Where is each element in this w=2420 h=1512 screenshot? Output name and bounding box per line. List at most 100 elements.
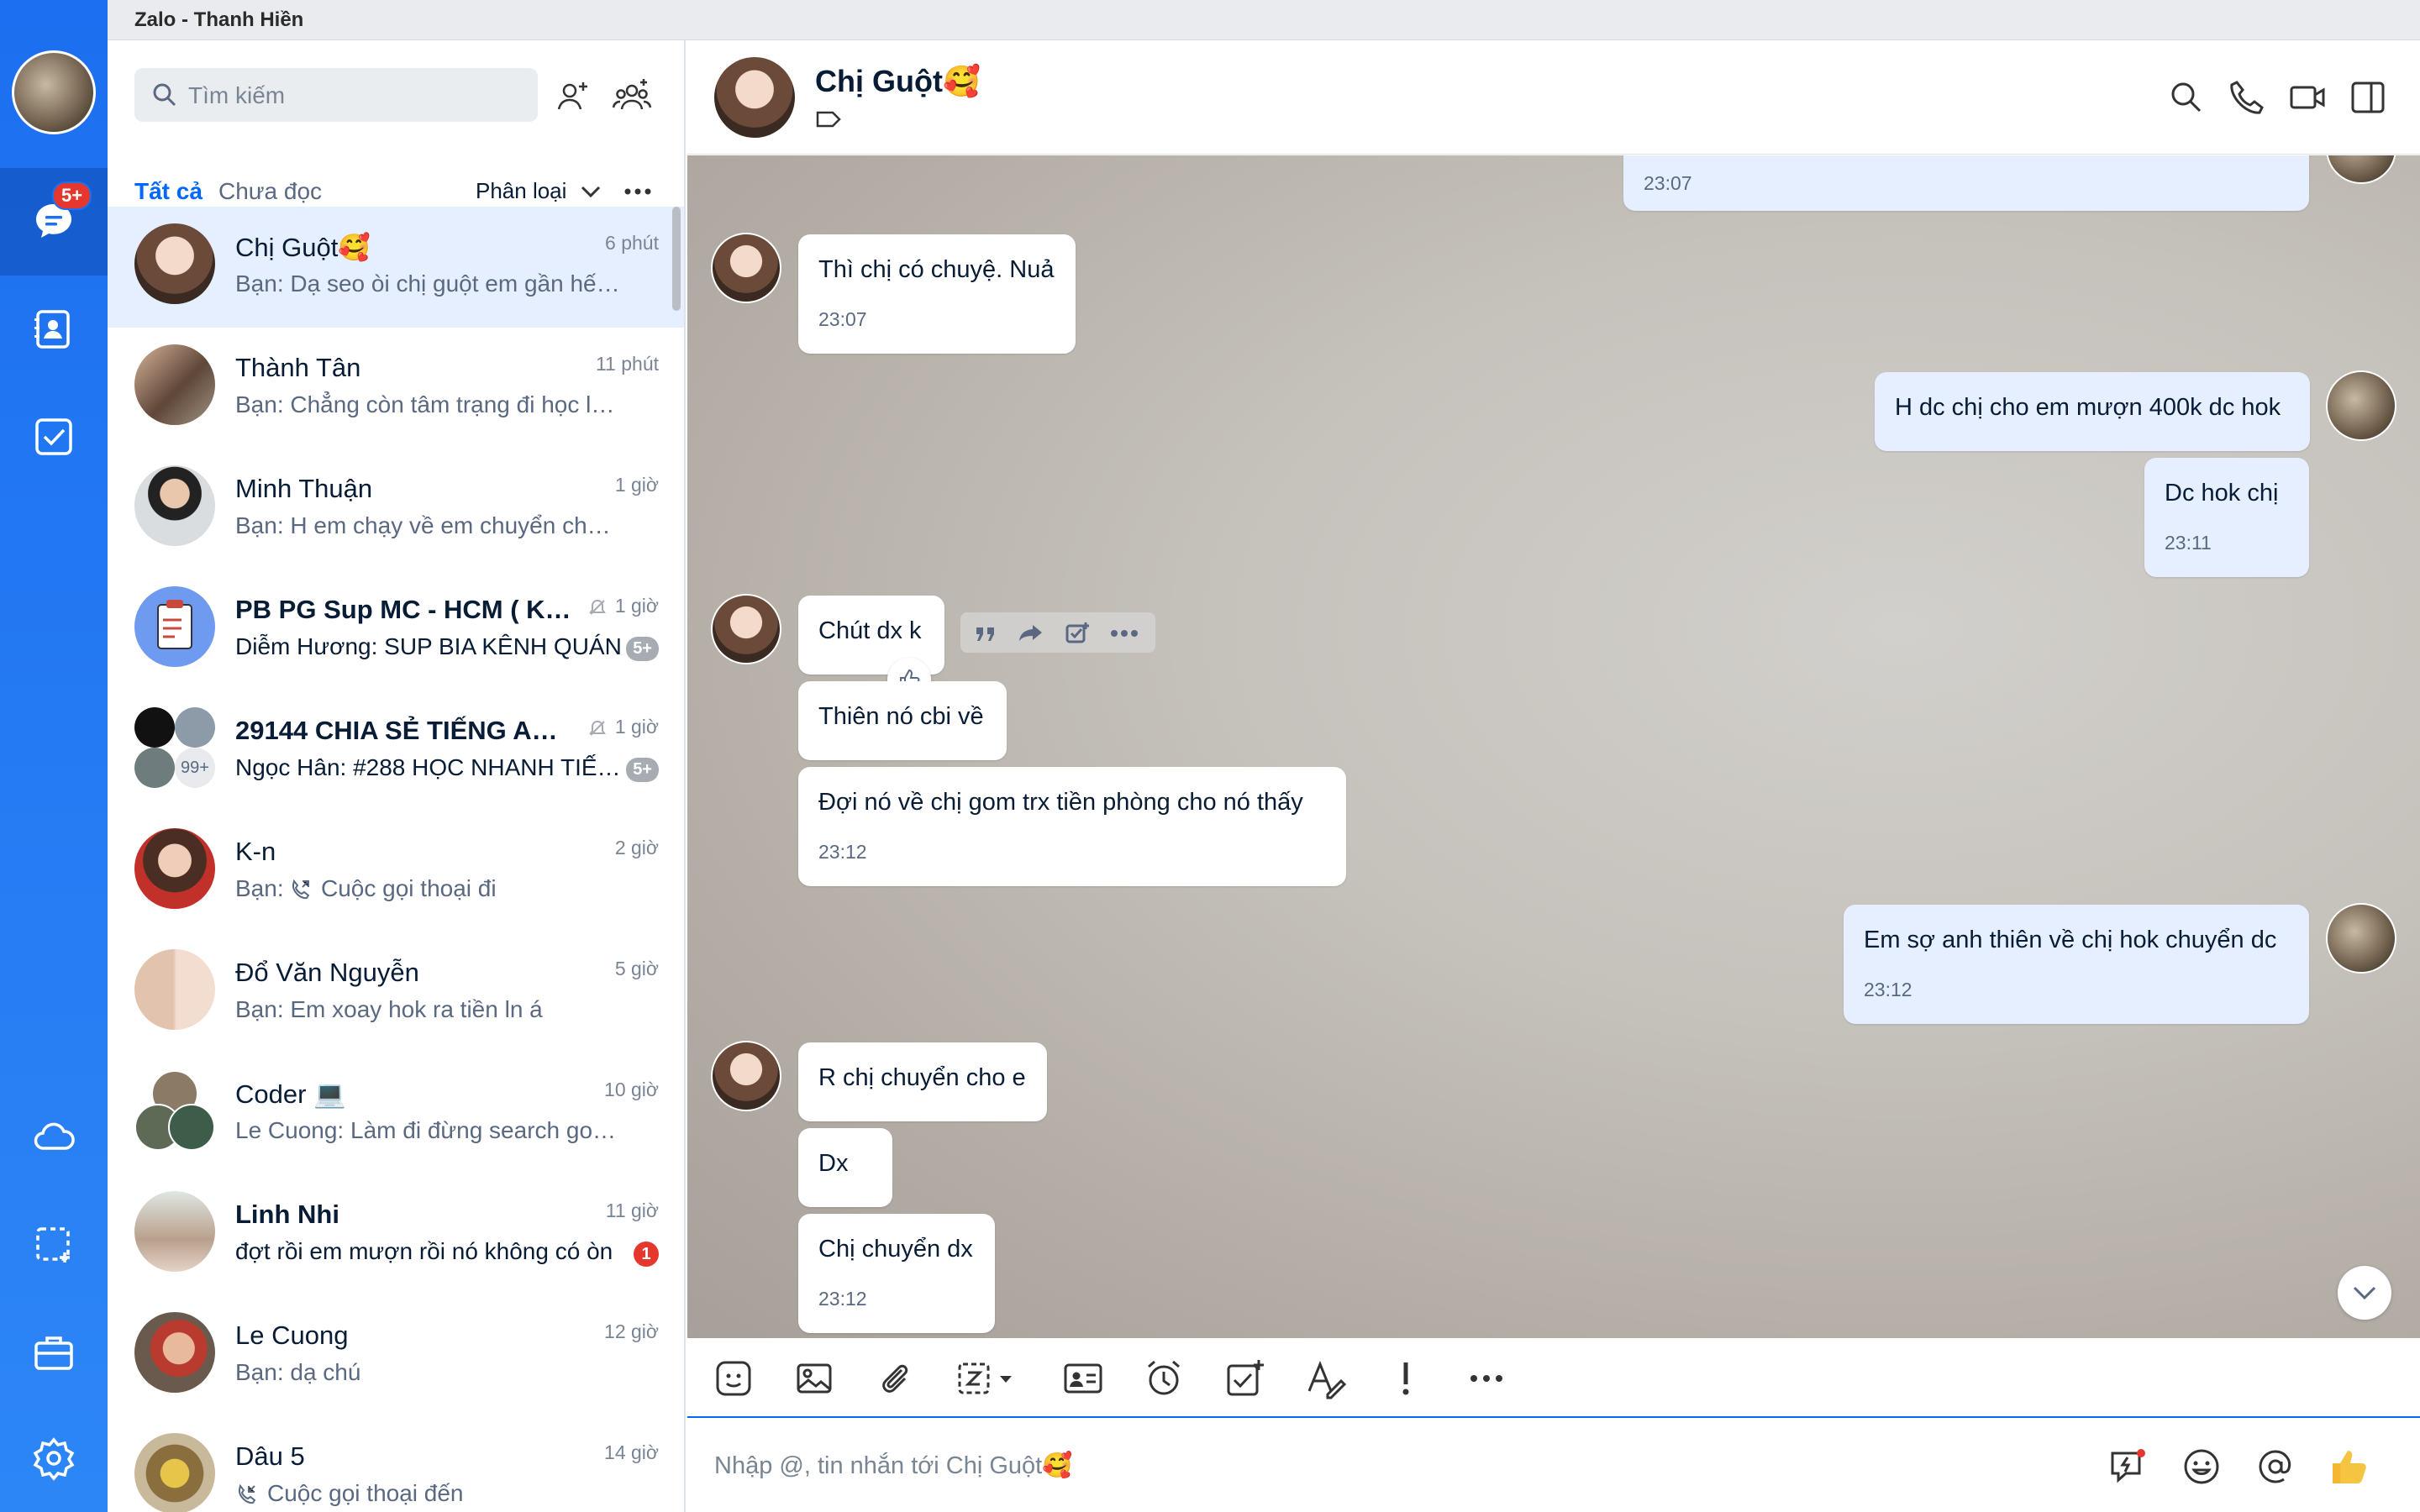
conversation-item[interactable]: Minh Thuận 1 giờ Bạn: H em chạy về em ch… [108, 449, 684, 570]
conversation-preview: Bạn: Em xoay hok ra tiền ln á [235, 996, 543, 1022]
conversation-name: Linh Nhi [235, 1200, 339, 1229]
sticker-icon[interactable] [713, 1357, 755, 1399]
message-bubble[interactable]: H dc chị cho em mượn 400k dc hok [1875, 372, 2310, 451]
unread-count-badge: 1 [634, 1242, 659, 1267]
classify-dropdown[interactable]: Phân loại [476, 178, 566, 204]
conversation-time: 10 giờ [604, 1079, 659, 1100]
search-input[interactable]: Tìm kiếm [134, 68, 538, 122]
my-avatar [2326, 155, 2396, 184]
chevron-down-icon[interactable] [578, 181, 603, 202]
nav-settings[interactable] [0, 1404, 108, 1512]
conversation-name: Le Cuong [235, 1320, 349, 1350]
tag-icon[interactable] [815, 109, 842, 129]
my-avatar[interactable] [12, 50, 96, 134]
conversation-item[interactable]: Chị Guột🥰 6 phút Bạn: Dạ seo òi chị guột… [108, 207, 684, 328]
message-text: Đợi nó về chị gom trx tiền phòng cho nó … [818, 789, 1303, 816]
message-bubble[interactable]: Thì chị có chuyệ. Nuả 23:07 [798, 234, 1076, 354]
conversation-time: 1 giờ [614, 474, 659, 496]
more-icon[interactable] [1110, 629, 1139, 638]
toggle-panel-icon[interactable] [2348, 77, 2388, 118]
urgent-icon[interactable] [1385, 1357, 1427, 1399]
message-text: Thiên nó cbi về [818, 703, 984, 730]
nav-messages[interactable]: 5+ [0, 168, 108, 276]
message-bubble[interactable]: Dx [798, 1128, 892, 1207]
group-more-count: 99+ [175, 748, 215, 788]
reminder-icon[interactable] [1143, 1357, 1185, 1399]
forward-icon[interactable] [1018, 622, 1044, 643]
conversation-name: Thành Tân [235, 353, 361, 382]
avatar [134, 344, 215, 425]
group-avatar: 99+ [134, 707, 215, 788]
scroll-to-bottom-button[interactable] [2338, 1266, 2391, 1320]
screenshot-icon[interactable] [955, 1357, 1022, 1399]
chat-avatar[interactable] [714, 57, 795, 138]
contacts-icon [34, 310, 70, 349]
text-format-icon[interactable] [1304, 1357, 1346, 1399]
conversation-item[interactable]: Dâu 5 14 giờ Cuộc gọi thoại đến [108, 1416, 684, 1512]
incoming-call-icon [238, 1483, 256, 1504]
message-bubble[interactable]: Em sợ anh thiên về chị hok chuyển dc 23:… [1844, 905, 2309, 1024]
message-text: R chị chuyển cho e [818, 1064, 1026, 1091]
video-call-icon[interactable] [2287, 77, 2328, 118]
more-icon[interactable] [623, 186, 652, 197]
conversation-item[interactable]: 99+ 29144 CHIA SẺ TIẾNG ANH... 1 giờ Ngọ… [108, 690, 684, 811]
search-placeholder: Tìm kiếm [188, 82, 286, 108]
quote-icon[interactable] [974, 622, 997, 643]
message-text: Em sợ anh thiên về chị hok chuyển dc [1864, 927, 2277, 953]
sender-avatar[interactable] [711, 233, 781, 303]
phone-icon[interactable] [2227, 77, 2267, 118]
conversation-item[interactable]: Thành Tân 11 phút Bạn: Chẳng còn tâm trạ… [108, 328, 684, 449]
message-bubble[interactable]: R chị chuyển cho e [798, 1042, 1047, 1121]
conversation-item[interactable]: K-n 2 giờ Bạn: Cuộc gọi thoại đi [108, 811, 684, 932]
tab-all[interactable]: Tất cả [134, 178, 203, 215]
conversation-name: Coder 💻 [235, 1079, 346, 1109]
message-bubble[interactable]: Đợi nó về chị gom trx tiền phòng cho nó … [798, 767, 1346, 886]
conversation-preview: Diễm Hương: SUP BIA KÊNH QUÁN [235, 633, 622, 659]
nav-contacts[interactable] [0, 276, 108, 383]
assign-todo-icon[interactable] [1223, 1357, 1265, 1399]
conversation-item[interactable]: Le Cuong 12 giờ Bạn: dạ chú [108, 1295, 684, 1416]
briefcase-icon [34, 1336, 73, 1370]
nav-toolbox[interactable] [0, 1299, 108, 1406]
conversation-time: 14 giờ [604, 1441, 659, 1463]
message-bubble[interactable]: Chị chuyển dx 23:12 [798, 1214, 995, 1333]
add-todo-icon[interactable] [1065, 621, 1090, 644]
avatar [134, 465, 215, 546]
conversation-item[interactable]: Coder 💻 10 giờ Le Cuong: Làm đi đừng sea… [108, 1053, 684, 1174]
message-bubble[interactable]: Dc hok chị 23:11 [2144, 458, 2309, 577]
emoji-icon[interactable] [2180, 1445, 2223, 1488]
attachment-icon[interactable] [874, 1357, 916, 1399]
search-icon[interactable] [2166, 77, 2207, 118]
conversation-item[interactable]: PB PG Sup MC - HCM ( KÊNH... 1 giờ Diễm … [108, 570, 684, 690]
contact-card-icon[interactable] [1062, 1357, 1104, 1399]
quick-message-icon[interactable] [2106, 1445, 2149, 1488]
list-scrollbar[interactable] [672, 207, 681, 311]
conversation-item[interactable]: Linh Nhi 11 giờ đợt rồi em mượn rồi nó k… [108, 1174, 684, 1295]
group-avatar [134, 1070, 215, 1151]
add-friend-icon[interactable] [551, 74, 595, 118]
nav-screenshot[interactable] [0, 1191, 108, 1299]
sender-avatar[interactable] [711, 1041, 781, 1111]
image-icon[interactable] [793, 1357, 835, 1399]
conversation-preview: Bạn: Chẳng còn tâm trạng đi học luôn [235, 391, 622, 417]
message-bubble[interactable]: Thiên nó cbi về [798, 681, 1007, 760]
thumbs-up-send-icon[interactable] [2328, 1445, 2371, 1488]
tab-unread[interactable]: Chưa đọc [218, 178, 322, 205]
message-text: Chút dx k [818, 617, 922, 644]
nav-cloud[interactable] [0, 1084, 108, 1191]
message-input[interactable]: Nhập @, tin nhắn tới Chị Guột🥰 [687, 1418, 2420, 1512]
mention-icon[interactable] [2254, 1445, 2297, 1488]
message-bubble[interactable]: 23:07 [1623, 155, 2309, 211]
search-icon [153, 83, 176, 107]
title-bar: Zalo - Thanh Hiền [0, 0, 2420, 40]
message-text: Dx [818, 1150, 849, 1177]
more-icon[interactable] [1465, 1357, 1507, 1399]
conversation-preview: Bạn: H em chạy về em chuyển cho anh [235, 512, 622, 538]
conversation-time: 1 giờ [614, 716, 659, 738]
nav-todo[interactable] [0, 383, 108, 491]
create-group-icon[interactable] [610, 74, 654, 118]
sender-avatar[interactable] [711, 594, 781, 664]
conversation-preview: Cuộc gọi thoại đi [321, 875, 497, 901]
message-area[interactable]: 23:07 Thì chị có chuyệ. Nuả 23:07 H dc c… [687, 155, 2420, 1338]
conversation-item[interactable]: Đổ Văn Nguyễn 5 giờ Bạn: Em xoay hok ra … [108, 932, 684, 1053]
